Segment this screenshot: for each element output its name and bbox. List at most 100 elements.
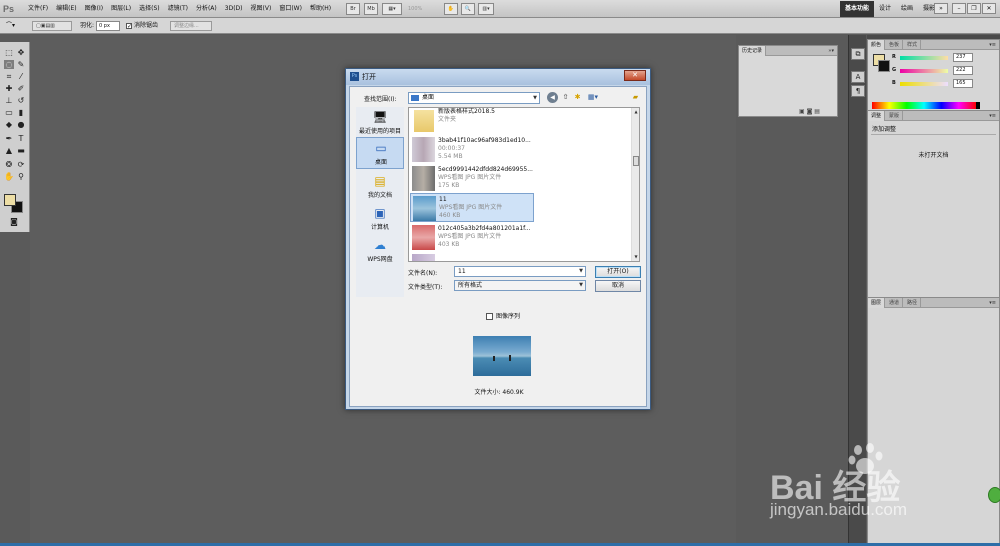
paragraph-dock-icon[interactable]: ¶ [851, 85, 865, 97]
blue-value[interactable]: 165 [953, 79, 973, 88]
menu-window[interactable]: 窗口(W) [275, 0, 306, 18]
history-footer-icons[interactable]: ▣ ◙ ▤ [799, 108, 820, 115]
minimize-icon[interactable]: – [952, 3, 966, 14]
place-computer[interactable]: ▣ 计算机 [356, 203, 404, 235]
new-folder-icon[interactable]: ✱ [572, 92, 583, 103]
image-sequence-checkbox[interactable] [486, 313, 493, 320]
tab-swatches[interactable]: 色板 [886, 40, 904, 50]
tab-paths[interactable]: 路径 [904, 298, 922, 308]
floating-green-button[interactable] [988, 487, 1000, 503]
scroll-thumb[interactable] [633, 156, 639, 166]
chevron-down-icon[interactable]: ▼ [579, 267, 583, 276]
list-item[interactable]: 012c405a3b2fd4a801201a1f... WPS看图 JPG 图片… [410, 223, 534, 252]
tab-adjustments[interactable]: 调整 [868, 111, 886, 121]
list-item[interactable]: 3bab41f10ac96af983d1ed10... 00:00:37 5.5… [410, 135, 534, 164]
menu-file[interactable]: 文件(F) [24, 0, 52, 18]
list-item[interactable] [410, 252, 534, 261]
folder-up-icon[interactable]: ▰ [630, 92, 641, 103]
menu-image[interactable]: 图像(I) [81, 0, 107, 18]
tab-color[interactable]: 颜色 [868, 40, 886, 50]
menu-filter[interactable]: 滤镜(T) [164, 0, 192, 18]
close-icon[interactable]: ✕ [982, 3, 996, 14]
marquee-tool-icon[interactable]: ⬚ [4, 48, 14, 57]
more-icon[interactable]: » [934, 3, 948, 14]
menu-analysis[interactable]: 分析(A) [192, 0, 221, 18]
history-brush-tool-icon[interactable]: ↺ [16, 96, 26, 105]
lasso-tool-icon[interactable]: ◌ [4, 60, 14, 69]
hand-tool-icon[interactable]: ✋ [4, 172, 14, 181]
history-dock-icon[interactable]: ⧉ [851, 48, 865, 60]
up-folder-icon[interactable]: ⇧ [560, 92, 571, 103]
pen-tool-icon[interactable]: ✒ [4, 134, 14, 143]
green-slider[interactable] [900, 69, 948, 73]
zoom-level[interactable]: 100% [408, 3, 438, 15]
workspace-design[interactable]: 设计 [874, 1, 896, 17]
place-recent[interactable]: 🖥 最近使用的项目 [356, 107, 404, 139]
move-tool-icon[interactable]: ✥ [16, 48, 26, 57]
menu-view[interactable]: 视图(V) [247, 0, 276, 18]
dialog-close-button[interactable]: ✕ [624, 70, 646, 81]
dialog-titlebar[interactable]: Ps 打开 ✕ [346, 69, 650, 85]
tab-layers[interactable]: 图层 [868, 298, 886, 308]
scroll-up-icon[interactable]: ▲ [632, 108, 639, 116]
blue-slider[interactable] [900, 82, 948, 86]
foreground-color-swatch[interactable] [4, 194, 16, 206]
cancel-button[interactable]: 取消 [595, 280, 641, 292]
green-value[interactable]: 222 [953, 66, 973, 75]
selection-mode-icons[interactable]: ▢▣▤▥ [32, 21, 72, 31]
list-item-selected[interactable]: 11 WPS看图 JPG 图片文件 460 KB [410, 193, 534, 222]
panel-menu-icon[interactable]: ▾≡ [989, 40, 996, 50]
hand-tool-icon[interactable]: ✋ [444, 3, 458, 15]
workspace-painting[interactable]: 绘画 [896, 1, 918, 17]
healing-tool-icon[interactable]: ✚ [4, 84, 14, 93]
tab-channels[interactable]: 通道 [886, 298, 904, 308]
file-list-scrollbar[interactable]: ▲ ▼ [631, 108, 639, 261]
place-desktop[interactable]: ▭ 桌面 [356, 137, 404, 169]
black-white-ramp[interactable] [976, 102, 980, 109]
antialias-checkbox[interactable]: ✓ [126, 23, 132, 30]
color-spectrum-bar[interactable] [872, 102, 976, 109]
workspace-essentials[interactable]: 基本功能 [839, 1, 874, 17]
back-icon[interactable]: ◀ [547, 92, 558, 103]
filetype-dropdown[interactable]: 所有格式 ▼ [454, 280, 586, 291]
gradient-tool-icon[interactable]: ▮ [16, 108, 26, 117]
file-list[interactable]: 新版表格样式2018.5 文件夹 3bab41f10ac96af983d1ed1… [408, 107, 640, 262]
quick-mask-icon[interactable]: ◙ [9, 217, 19, 226]
arrange-docs-icon[interactable]: ▥▾ [478, 3, 494, 15]
eyedropper-tool-icon[interactable]: ⁄ [16, 72, 26, 81]
red-value[interactable]: 237 [953, 53, 973, 62]
stamp-tool-icon[interactable]: ⊥ [4, 96, 14, 105]
list-item[interactable]: 新版表格样式2018.5 文件夹 [410, 108, 534, 135]
blur-tool-icon[interactable]: ◆ [4, 120, 14, 129]
restore-icon[interactable]: ❐ [967, 3, 981, 14]
tab-styles[interactable]: 样式 [904, 40, 922, 50]
eraser-tool-icon[interactable]: ▭ [4, 108, 14, 117]
list-item[interactable]: 5ecd9991442dfdd824d69955... WPS看图 JPG 图片… [410, 164, 534, 193]
minibridge-icon[interactable]: Mb [364, 3, 378, 15]
character-dock-icon[interactable]: A [851, 71, 865, 83]
menu-help[interactable]: 帮助(H) [306, 0, 335, 18]
filename-input[interactable]: 11 ▼ [454, 266, 586, 277]
place-wps-cloud[interactable]: ☁ WPS网盘 [356, 235, 404, 267]
crop-tool-icon[interactable]: ⌗ [4, 72, 14, 81]
look-in-dropdown[interactable]: 桌面 ▼ [408, 92, 540, 104]
menu-edit[interactable]: 编辑(E) [52, 0, 80, 18]
menu-3d[interactable]: 3D(D) [221, 0, 247, 18]
chevron-down-icon[interactable]: ▼ [579, 281, 583, 290]
menu-select[interactable]: 选择(S) [135, 0, 164, 18]
dodge-tool-icon[interactable]: ● [16, 120, 26, 129]
panel-menu-icon[interactable]: ▾≡ [989, 298, 996, 308]
feather-input[interactable]: 0 px [96, 21, 120, 31]
tab-history[interactable]: 历史记录 [739, 46, 767, 56]
brush-tool-icon[interactable]: ✐ [16, 84, 26, 93]
lasso-preset-icon[interactable]: ⌒▾ [6, 18, 15, 34]
3d-orbit-tool-icon[interactable]: ⟳ [16, 160, 26, 169]
3d-rotate-tool-icon[interactable]: ❂ [4, 160, 14, 169]
bridge-icon[interactable]: Br [346, 3, 360, 15]
open-button[interactable]: 打开(O) [595, 266, 641, 278]
red-slider[interactable] [900, 56, 948, 60]
panel-menu-icon[interactable]: »▾ [828, 46, 834, 56]
panel-menu-icon[interactable]: ▾≡ [989, 111, 996, 121]
type-tool-icon[interactable]: T [16, 134, 26, 143]
zoom-tool-icon[interactable]: ⚲ [16, 172, 26, 181]
